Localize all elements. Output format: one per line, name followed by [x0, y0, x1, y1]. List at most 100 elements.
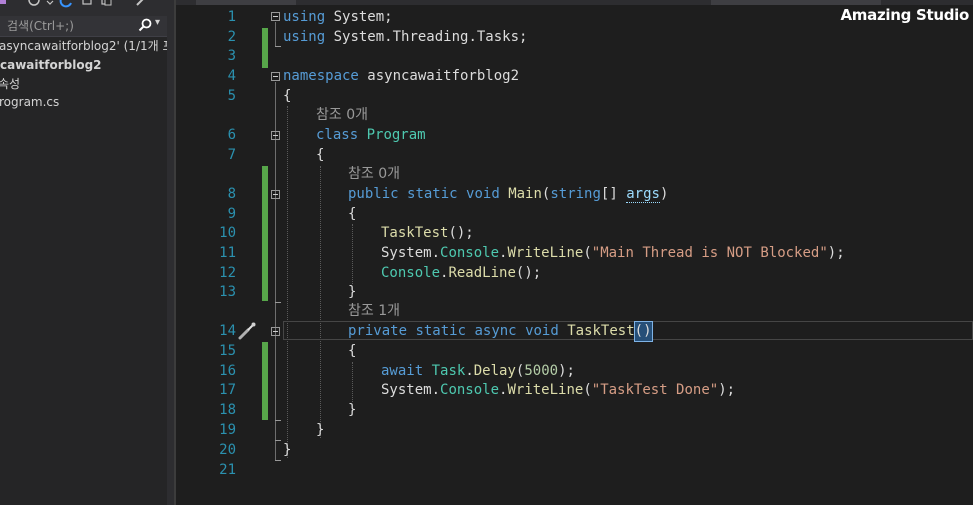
code-line[interactable]: Console.ReadLine(); — [381, 264, 541, 283]
solution-search-box[interactable]: 검색(Ctrl+;) ▾ — [0, 16, 167, 37]
matched-parentheses: () — [633, 321, 653, 342]
line-number: 2 — [227, 29, 236, 45]
string-literal: "Main Thread is NOT Blocked" — [591, 245, 828, 261]
keyword: await — [381, 363, 424, 379]
code-text: System; — [325, 9, 393, 25]
solution-node[interactable]: asyncawaitforblog2' (1/1개 프로 — [0, 38, 167, 54]
solution-explorer-toolbar — [0, 0, 167, 16]
punctuation: ); — [718, 382, 736, 398]
brace: { — [348, 206, 357, 222]
brace: } — [316, 422, 325, 438]
keyword: namespace — [283, 68, 359, 84]
line-number: 6 — [227, 127, 236, 143]
code-line[interactable]: namespace asyncawaitforblog2 — [283, 67, 519, 86]
punctuation: . — [465, 363, 474, 379]
method-name: TaskTest — [567, 323, 635, 339]
code-line[interactable]: using System.Threading.Tasks; — [283, 28, 527, 47]
navigation-dropdown[interactable] — [711, 0, 881, 5]
code-text: System. — [381, 382, 441, 398]
sync-icon[interactable] — [59, 0, 73, 9]
project-node[interactable]: cawaitforblog2 — [0, 57, 102, 73]
code-line[interactable]: { — [348, 205, 356, 224]
code-line[interactable]: class Program — [316, 126, 426, 145]
keyword: void — [525, 323, 559, 339]
change-indicator — [262, 166, 268, 301]
structure-guide — [352, 224, 353, 284]
chevron-down-icon[interactable] — [46, 0, 54, 9]
properties-node[interactable]: 속성 — [0, 76, 20, 92]
collapse-toggle[interactable] — [271, 131, 280, 140]
method-name: TaskTest — [381, 225, 449, 241]
codelens-references[interactable]: 참조 0개 — [316, 106, 368, 125]
code-line[interactable]: TaskTest(); — [381, 224, 474, 243]
change-indicator — [262, 28, 268, 68]
keyword: static — [415, 323, 467, 339]
collapse-toggle[interactable] — [271, 327, 280, 336]
method-name: ReadLine — [448, 265, 516, 281]
brace: } — [348, 284, 357, 300]
screwdriver-icon[interactable] — [237, 322, 257, 340]
line-number: 16 — [219, 363, 236, 379]
punctuation: ( — [583, 245, 592, 261]
outline-line — [275, 38, 276, 46]
outline-end — [275, 302, 281, 303]
punctuation: (); — [515, 265, 542, 281]
history-icon[interactable] — [27, 0, 41, 9]
code-line[interactable]: } — [316, 421, 324, 440]
codelens-references[interactable]: 참조 0개 — [348, 165, 400, 184]
line-number: 12 — [219, 265, 236, 281]
line-number: 14 — [219, 323, 236, 339]
search-icon[interactable] — [138, 18, 152, 32]
punctuation: ); — [558, 363, 575, 379]
code-line[interactable]: private static async void TaskTest() — [348, 321, 653, 342]
line-number: 18 — [219, 402, 236, 418]
search-input[interactable]: 검색(Ctrl+;) — [7, 17, 74, 34]
code-line[interactable]: } — [348, 401, 356, 420]
collapse-all-icon[interactable] — [81, 0, 95, 9]
collapse-toggle[interactable] — [271, 72, 280, 81]
keyword: class — [316, 127, 359, 143]
code-line[interactable]: System.Console.WriteLine("Main Thread is… — [381, 244, 845, 263]
code-line[interactable]: await Task.Delay(5000); — [381, 362, 575, 381]
outline-end — [275, 440, 281, 441]
keyword: void — [466, 186, 500, 202]
code-line[interactable]: { — [283, 87, 291, 106]
outline-end — [275, 46, 281, 47]
type-name: Console — [440, 245, 500, 261]
home-icon[interactable] — [0, 0, 8, 9]
method-name: WriteLine — [507, 382, 584, 398]
punctuation: ) — [643, 323, 652, 339]
keyword: private — [348, 323, 408, 339]
line-number: 13 — [219, 284, 236, 300]
line-number: 5 — [227, 88, 236, 104]
code-line[interactable]: System.Console.WriteLine("TaskTest Done"… — [381, 381, 735, 400]
punctuation: [] — [600, 186, 627, 202]
tab-program-cs[interactable] — [196, 0, 296, 5]
punctuation: ( — [634, 323, 644, 339]
program-cs-node[interactable]: rogram.cs — [0, 94, 59, 110]
codelens-references[interactable]: 참조 1개 — [348, 302, 400, 321]
collapse-toggle[interactable] — [271, 12, 280, 21]
type-name: Task — [431, 363, 466, 379]
collapse-toggle[interactable] — [271, 190, 280, 199]
chevron-down-icon[interactable]: ▾ — [155, 17, 160, 28]
code-text: System.Threading.Tasks; — [325, 29, 528, 45]
outline-end — [275, 420, 281, 421]
panel-splitter[interactable] — [167, 0, 174, 505]
code-line[interactable]: using System; — [283, 8, 393, 27]
code-editor[interactable]: Amazing Studio 1 2 3 4 5 6 7 8 9 10 11 1… — [176, 0, 973, 505]
code-line[interactable]: { — [348, 342, 356, 361]
keyword: public — [348, 186, 399, 202]
code-line[interactable]: } — [348, 283, 356, 302]
namespace-name: asyncawaitforblog2 — [358, 68, 520, 84]
method-name: WriteLine — [507, 245, 584, 261]
properties-wrench-icon[interactable] — [134, 0, 150, 9]
code-line[interactable]: { — [316, 146, 324, 165]
keyword: async — [474, 323, 517, 339]
code-line[interactable]: public static void Main(string[] args) — [348, 185, 668, 204]
line-number: 3 — [227, 48, 236, 64]
line-number: 8 — [227, 186, 236, 202]
show-all-files-icon[interactable] — [100, 0, 114, 9]
code-line[interactable]: } — [283, 441, 291, 460]
punctuation: ( — [583, 382, 592, 398]
